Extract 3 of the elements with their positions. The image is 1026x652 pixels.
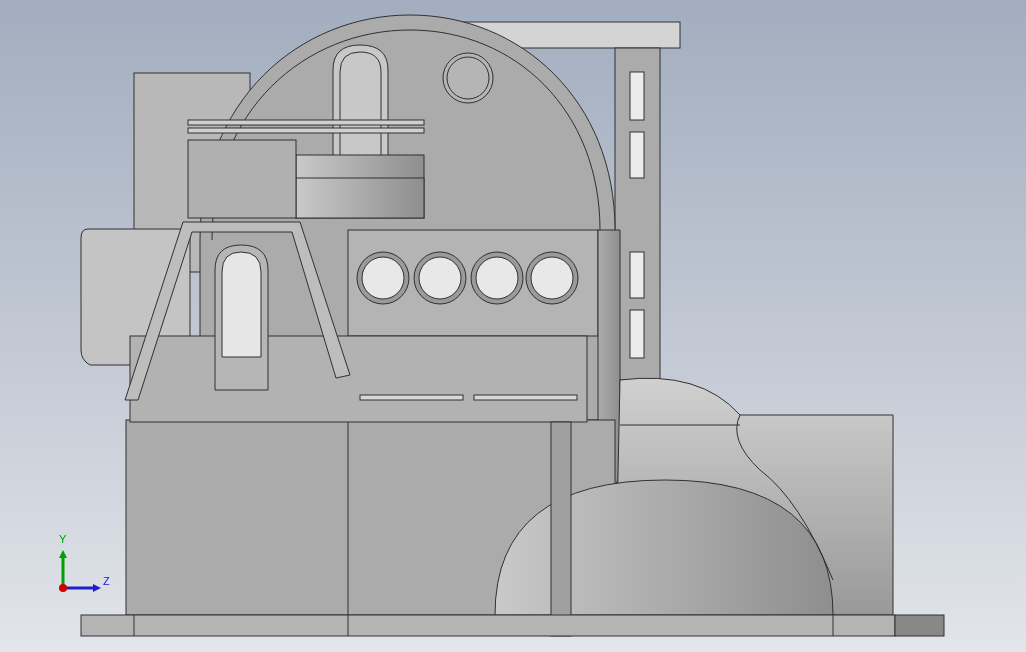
axis-label: Y <box>59 534 67 545</box>
origin-dot-icon <box>59 584 67 592</box>
axis-label: Z <box>103 576 110 587</box>
